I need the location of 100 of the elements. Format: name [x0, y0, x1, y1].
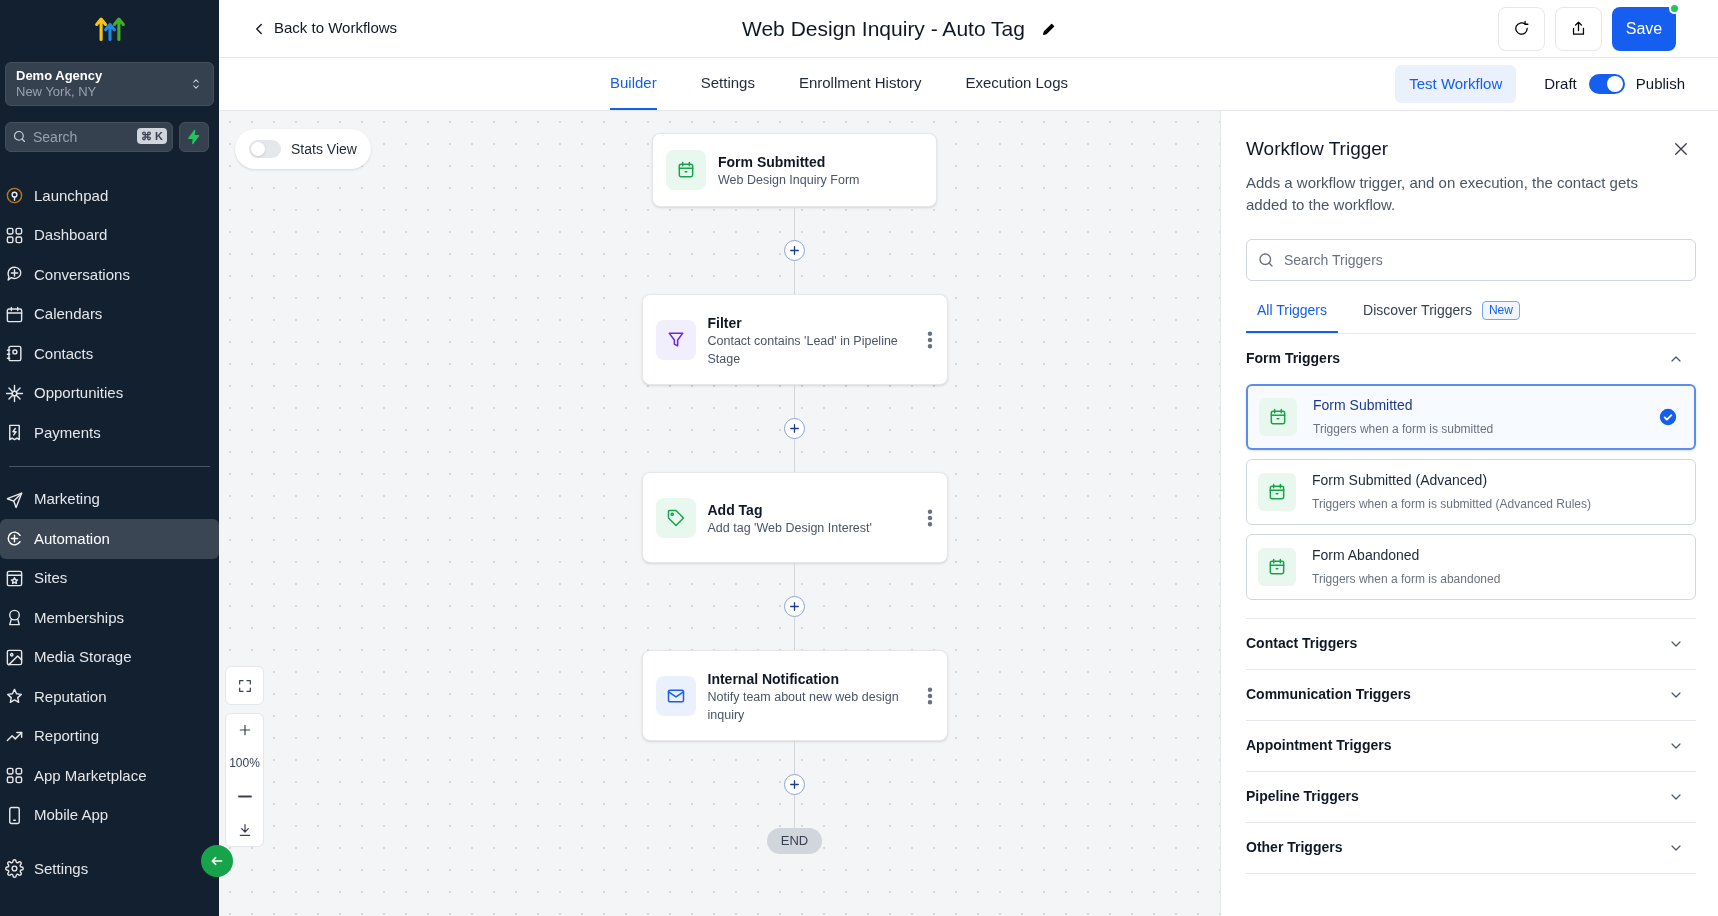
section-title: Other Triggers: [1246, 838, 1343, 857]
nav-item[interactable]: Contacts: [0, 334, 219, 374]
trigger-option[interactable]: Form Submitted (Advanced) Triggers when a form is submitted (Advanced Rules): [1246, 458, 1696, 525]
workflow-step-card[interactable]: Add Tag Add tag 'Web Design Interest': [641, 472, 948, 563]
add-step-button[interactable]: [784, 596, 805, 617]
step-title: Add Tag: [707, 500, 764, 519]
fullscreen-icon: [236, 677, 253, 694]
option-description: Triggers when a form is abandoned: [1312, 571, 1502, 588]
bolt-icon: [186, 129, 202, 145]
account-location: New York, NY: [16, 84, 98, 101]
section-header[interactable]: Communication Triggers: [1246, 669, 1696, 720]
grid-icon: [5, 766, 24, 786]
nav-item[interactable]: Media Storage: [0, 637, 219, 677]
refresh-button[interactable]: [1498, 6, 1545, 51]
tab[interactable]: Enrollment History: [798, 58, 922, 110]
publish-label: Publish: [1635, 73, 1685, 94]
section-header[interactable]: Contact Triggers: [1246, 618, 1696, 669]
tag-icon: [665, 507, 686, 528]
section-title: Communication Triggers: [1246, 685, 1411, 704]
zoom-level: 100%: [229, 755, 260, 772]
workflow-step-card[interactable]: Internal Notification Notify team about new web design inquiry: [641, 650, 948, 741]
nav-item[interactable]: Conversations: [0, 255, 219, 295]
tab[interactable]: Execution Logs: [965, 58, 1069, 110]
trigger-option[interactable]: Form Abandoned Triggers when a form is abandoned: [1246, 533, 1696, 600]
panel-title: Workflow Trigger: [1246, 137, 1389, 161]
plus-circle-icon: [5, 529, 24, 549]
nav-item[interactable]: Launchpad: [0, 176, 219, 216]
nav-item[interactable]: Opportunities: [0, 373, 219, 413]
add-step-button[interactable]: [784, 774, 805, 795]
workflow-title: Web Design Inquiry - Auto Tag: [742, 15, 1025, 42]
step-description: Web Design Inquiry Form: [718, 172, 861, 189]
section-header[interactable]: Other Triggers: [1246, 822, 1696, 873]
launch-circle-icon: [5, 186, 24, 206]
search-triggers-field[interactable]: Search Triggers: [1246, 238, 1696, 281]
save-button[interactable]: Save: [1612, 6, 1676, 51]
nav-item[interactable]: Automation: [0, 519, 219, 559]
asterisk-icon: [5, 383, 24, 403]
search-icon: [12, 129, 27, 144]
option-title: Form Abandoned: [1312, 546, 1421, 565]
send-icon: [5, 489, 24, 509]
section-header[interactable]: Form Triggers: [1246, 345, 1696, 372]
shortcut-key: ⌘ K: [137, 128, 167, 144]
quick-action-button[interactable]: [179, 122, 209, 152]
trigger-tab[interactable]: Discover Triggers New: [1352, 290, 1531, 333]
step-description: Notify team about new web design inquiry: [707, 688, 900, 724]
share-button[interactable]: [1555, 6, 1602, 51]
end-marker: END: [766, 828, 823, 854]
tab[interactable]: Settings: [700, 58, 755, 110]
nav-item[interactable]: Sites: [0, 558, 219, 598]
image-icon: [5, 647, 24, 667]
check-icon: [1659, 407, 1677, 426]
option-description: Triggers when a form is submitted: [1313, 421, 1495, 438]
minus-icon: [237, 794, 252, 798]
stats-toggle[interactable]: [249, 140, 281, 158]
trigger-option[interactable]: Form Submitted Triggers when a form is submitted: [1246, 383, 1696, 450]
nav-item[interactable]: App Marketplace: [0, 756, 219, 796]
panel-description: Adds a workflow trigger, and on execution, the contact gets added to the workflow.: [1246, 172, 1639, 215]
section-title: Pipeline Triggers: [1246, 787, 1359, 806]
nav-item[interactable]: Reputation: [0, 677, 219, 717]
trigger-tab[interactable]: All Triggers: [1246, 290, 1339, 333]
search-icon: [1257, 250, 1275, 269]
nav-item[interactable]: Marketing: [0, 479, 219, 519]
publish-toggle[interactable]: [1588, 74, 1625, 94]
collapse-button[interactable]: [201, 845, 233, 877]
dashboard-icon: [5, 225, 24, 245]
section-header[interactable]: Appointment Triggers: [1246, 720, 1696, 771]
nav-item[interactable]: Dashboard: [0, 215, 219, 255]
calendar-icon: [1268, 406, 1288, 427]
new-badge: New: [1481, 301, 1520, 320]
nav-item[interactable]: Settings: [0, 849, 150, 889]
account-switcher[interactable]: Demo Agency New York, NY: [5, 62, 214, 106]
calendar-icon: [1267, 556, 1287, 577]
plus-icon: [788, 422, 801, 435]
back-link[interactable]: Back to Workflows: [250, 17, 410, 40]
section-header[interactable]: Pipeline Triggers: [1246, 771, 1696, 822]
nav-item[interactable]: Mobile App: [0, 795, 219, 835]
step-title: Internal Notification: [707, 669, 840, 688]
step-title: Form Submitted: [718, 153, 827, 171]
stats-view-control[interactable]: Stats View: [235, 129, 371, 169]
nav-item[interactable]: Reporting: [0, 716, 219, 756]
option-title: Form Submitted: [1313, 396, 1414, 415]
nav-item[interactable]: Memberships: [0, 598, 219, 638]
option-description: Triggers when a form is submitted (Advanced Rules): [1312, 496, 1592, 513]
plus-icon: [788, 778, 801, 791]
section-title: Contact Triggers: [1246, 634, 1358, 653]
test-workflow-button[interactable]: Test Workflow: [1395, 65, 1517, 103]
section-title: Appointment Triggers: [1246, 736, 1392, 755]
nav-item[interactable]: Payments: [0, 413, 219, 453]
plus-icon: [788, 244, 801, 257]
notebook-icon: [5, 344, 24, 364]
section-title: Form Triggers: [1246, 349, 1341, 368]
option-title: Form Submitted (Advanced): [1312, 471, 1489, 490]
nav-item[interactable]: Calendars: [0, 294, 219, 334]
plus-icon: [788, 600, 801, 613]
calendar-icon: [676, 160, 696, 180]
add-step-button[interactable]: [784, 240, 805, 261]
upload-icon: [1570, 20, 1587, 37]
workflow-step-card[interactable]: Form Submitted Web Design Inquiry Form: [652, 133, 937, 207]
add-step-button[interactable]: [784, 418, 805, 439]
workflow-step-card[interactable]: Filter Contact contains 'Lead' in Pipeline Stage: [641, 294, 948, 385]
